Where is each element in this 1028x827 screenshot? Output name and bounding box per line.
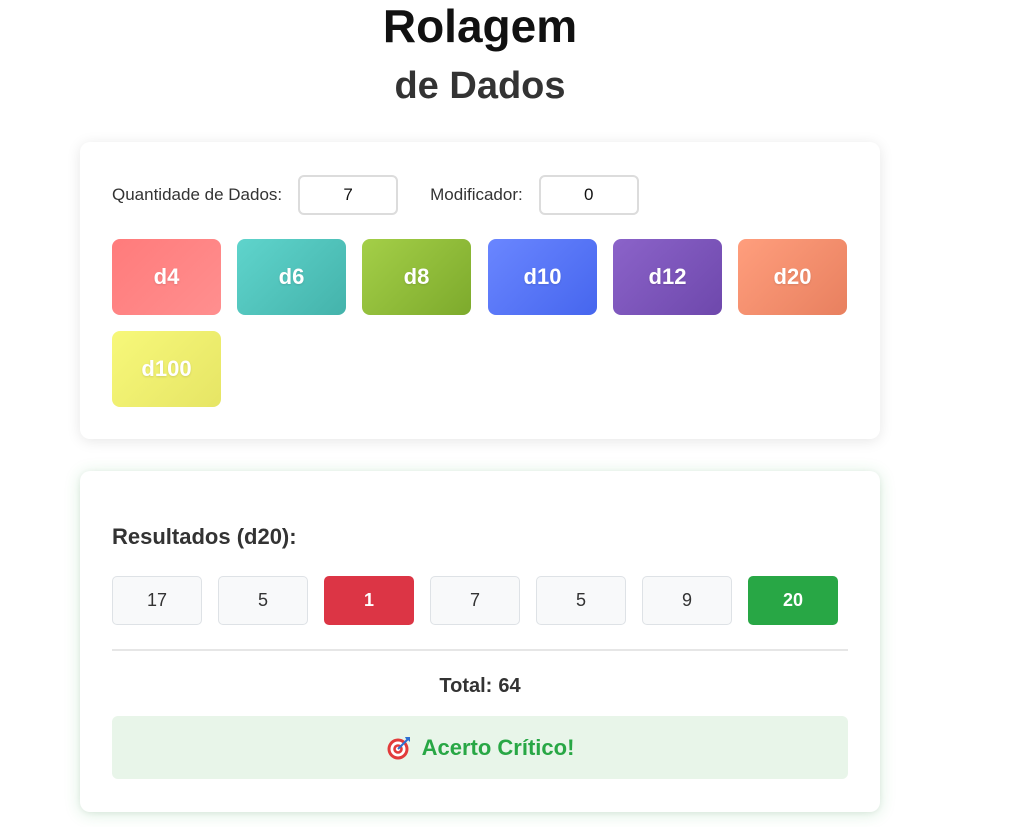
d12-button[interactable]: d12 [613, 239, 722, 315]
d8-button[interactable]: d8 [362, 239, 471, 315]
roll-result: 5 [536, 576, 626, 625]
d10-button[interactable]: d10 [488, 239, 597, 315]
roll-result: 7 [430, 576, 520, 625]
roll-result-critical-hit: 20 [748, 576, 838, 625]
target-icon [386, 735, 412, 761]
results-title: Resultados (d20): [112, 524, 297, 549]
critical-hit-banner: Acerto Crítico! [112, 716, 848, 779]
roll-result: 5 [218, 576, 308, 625]
quantity-label: Quantidade de Dados: [112, 185, 283, 204]
d100-button[interactable]: d100 [112, 331, 221, 407]
page-title: Rolagem [382, 0, 578, 52]
roll-result: 9 [642, 576, 732, 625]
results-list: 17 5 1 7 5 9 20 [112, 576, 848, 626]
roll-result: 17 [112, 576, 202, 625]
total-value: 64 [498, 675, 521, 697]
results-card: Resultados (d20): 17 5 1 7 5 9 20 Total:… [80, 471, 880, 812]
results-divider [112, 649, 848, 651]
d4-button[interactable]: d4 [112, 239, 221, 315]
total-line: Total: 64 [112, 675, 848, 698]
total-label: Total: [439, 675, 493, 697]
roll-result-critical-fail: 1 [324, 576, 414, 625]
page-subtitle: de Dados [394, 65, 566, 107]
critical-message: Acerto Crítico! [421, 734, 575, 760]
controls-card: Quantidade de Dados: Modificador: d4 d6 … [80, 142, 880, 439]
quantity-input[interactable] [298, 175, 399, 215]
modifier-input[interactable] [538, 175, 639, 215]
d6-button[interactable]: d6 [237, 239, 346, 315]
dice-roller-page: Rolagem de Dados Quantidade de Dados: Mo… [0, 0, 1028, 827]
d20-button[interactable]: d20 [738, 239, 847, 315]
settings-row: Quantidade de Dados: Modificador: [112, 174, 639, 216]
modifier-label: Modificador: [430, 185, 523, 204]
